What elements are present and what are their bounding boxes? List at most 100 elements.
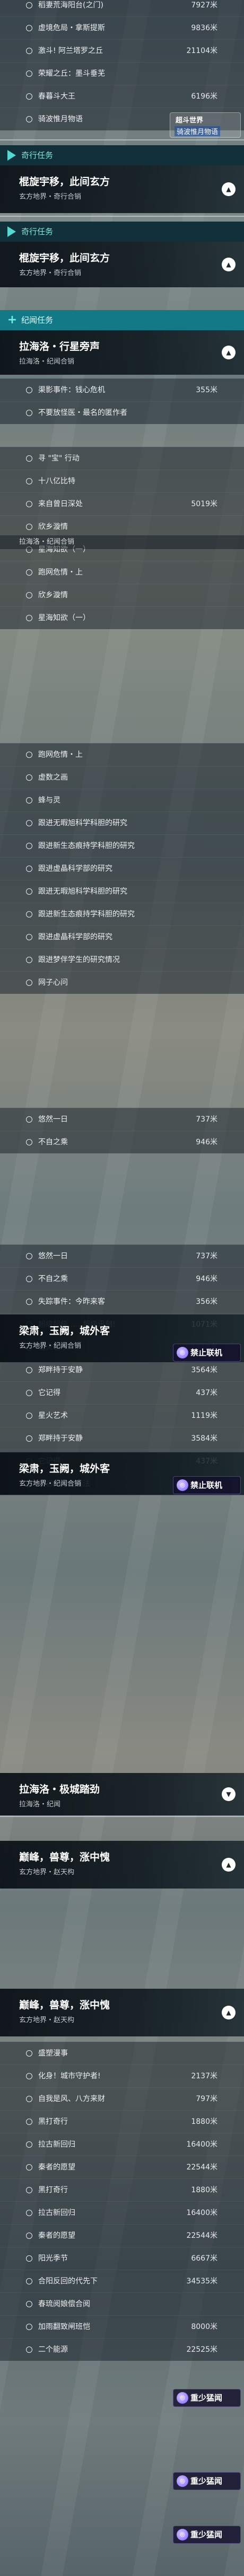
watermark-text: 禁止联机 (190, 1348, 223, 1357)
quest-name: 荣耀之丘：墨斗垂芜 (38, 69, 105, 78)
quest-status-circle-icon (26, 1413, 32, 1419)
quest-name: 星海知欲（一） (38, 614, 90, 622)
quest-row[interactable]: 它记得 437米 (0, 1381, 244, 1404)
collapse-chevron-icon[interactable]: ▲ (222, 2006, 236, 2019)
watermark-badge: ◎ 重少猛闻 (173, 2389, 241, 2407)
region-subheader-label: 拉海洛・纪闻合销 (19, 538, 75, 546)
watermark-text: 重少猛闻 (190, 2476, 223, 2486)
quest-status-circle-icon (26, 1253, 32, 1259)
quest-row[interactable]: 虚境危局・拿斯提斯 9836米 (0, 16, 244, 39)
quest-row[interactable]: 稻妻荒海阳台(之门) 7927米 (0, 0, 244, 16)
quest-name: 稻妻荒海阳台(之门) (38, 1, 103, 10)
quest-row[interactable]: 不要放怪医・最名的匿作者 (0, 401, 244, 424)
quest-status-circle-icon (26, 2233, 32, 2239)
quest-row[interactable]: 跑网危情・上 (0, 561, 244, 584)
collapse-chevron-icon[interactable]: ▲ (222, 346, 236, 359)
quest-name: 拉古新回归 (38, 2140, 75, 2149)
quest-row[interactable]: 黑打奇行 1880米 (0, 2178, 244, 2201)
quest-name: 虚境危局・拿斯提斯 (38, 24, 105, 32)
quest-row[interactable]: 跟进无暇旭科学科胆的研究 (0, 880, 244, 903)
region-card[interactable]: 拉海洛・极城踏劲 拉海洛・纪闻 ▼ (0, 1773, 244, 1815)
triangle-icon (7, 150, 16, 161)
quest-status-circle-icon (26, 116, 32, 122)
watermark-badge: ◎ 重少猛闻 (173, 2526, 241, 2544)
quest-row[interactable]: 蜂与灵 (0, 789, 244, 811)
quest-row[interactable]: 悠然一日 737米 (0, 1245, 244, 1267)
watermark-text: 禁止联机 (190, 1480, 223, 1490)
quest-status-circle-icon (26, 524, 32, 530)
quest-row[interactable]: 秦者的愿望 22544米 (0, 2224, 244, 2247)
region-card[interactable]: 棍旋宇移，此间玄方 玄方地界・奇行合销 ▲ (0, 165, 244, 213)
collapse-chevron-icon[interactable]: ▲ (222, 258, 236, 271)
region-card[interactable]: 巅峰，兽尊，涨中愧 玄方地界・赵天构 ▲ (0, 1989, 244, 2036)
quest-row[interactable]: 阳光季节 6667米 (0, 2247, 244, 2270)
category-header-active[interactable]: + 纪闻任务 (0, 310, 244, 330)
quest-row[interactable]: 自我是风、八方来财 797米 (0, 2087, 244, 2110)
quest-status-circle-icon (26, 1116, 32, 1123)
quest-row[interactable]: 荣耀之丘：墨斗垂芜 (0, 62, 244, 85)
quest-row[interactable]: 渠影事件：钱心危机 355米 (0, 378, 244, 401)
card-title: 巅峰，兽尊，涨中愧 (19, 1999, 110, 2011)
quest-row[interactable]: 跟进新生态痕持学科胆的研究 (0, 834, 244, 857)
quest-name: 跟进梦伴学生的研究情况 (38, 956, 120, 964)
quest-row[interactable]: 星海知欲（一） (0, 606, 244, 629)
quest-status-circle-icon (26, 2301, 32, 2307)
category-header[interactable]: 奇行任务 (0, 222, 244, 242)
quest-row[interactable]: 拉古新回归 16400米 (0, 2133, 244, 2156)
quest-row[interactable]: 跟进梦伴学生的研究情况 (0, 948, 244, 971)
quest-row[interactable]: 化身！城市守护者! 2137米 (0, 2065, 244, 2087)
quest-row[interactable]: 不自之乘 946米 (0, 1131, 244, 1153)
quest-row[interactable]: 跟进虚晶科学部的研究 (0, 857, 244, 880)
quest-row[interactable]: 加雨翻致闸班恺 8000米 (0, 2315, 244, 2338)
quest-name: 激斗! 阿兰塔罗之丘 (38, 47, 103, 55)
quest-row[interactable]: 黑打奇行 1880米 (0, 2110, 244, 2133)
quest-row[interactable]: 郑畔持于安静 3584米 (0, 1427, 244, 1450)
quest-distance: 737米 (196, 1115, 217, 1124)
quest-name: 跟进新生态痕持学科胆的研究 (38, 910, 135, 919)
quest-row[interactable]: 跟进虚晶科学部的研究 (0, 925, 244, 948)
quest-status-circle-icon (26, 2073, 32, 2079)
quest-row[interactable]: 十八亿比特 (0, 470, 244, 492)
region-card[interactable]: 棍旋宇移，此间玄方 玄方地界・奇行合销 ▲ (0, 242, 244, 287)
game-banner-watermark: 超斗世界 骑波惟月物语 (170, 112, 241, 138)
quest-status-circle-icon (26, 2141, 32, 2148)
quest-row[interactable]: 来自曾日深处 5019米 (0, 492, 244, 515)
quest-distance: 3584米 (191, 1434, 217, 1443)
expand-chevron-icon[interactable]: ▼ (222, 1787, 236, 1801)
quest-row[interactable]: 悠然一日 737米 (0, 1108, 244, 1131)
quest-row[interactable]: 拉古新回归 16400米 (0, 2201, 244, 2224)
quest-name: 盛塑漫事 (38, 2049, 68, 2058)
card-subtitle: 玄方地界・奇行合销 (19, 269, 82, 277)
quest-row[interactable]: 盛塑漫事 (0, 2042, 244, 2065)
quest-row[interactable]: 激斗! 阿兰塔罗之丘 21104米 (0, 39, 244, 62)
quest-row[interactable]: 欣乡漩情 (0, 515, 244, 538)
collapse-chevron-icon[interactable]: ▲ (222, 1858, 236, 1872)
quest-row[interactable]: 星火艺术 1119米 (0, 1404, 244, 1427)
quest-row[interactable]: 跟进无暇旭科学科胆的研究 (0, 811, 244, 834)
quest-row[interactable]: 春暮斗大王 6196米 (0, 85, 244, 108)
quest-row[interactable]: 网子心问 (0, 971, 244, 994)
quest-row[interactable]: 虚数之画 (0, 766, 244, 789)
quest-row[interactable]: 秦者的愿望 22544米 (0, 2156, 244, 2178)
quest-distance: 797米 (196, 2095, 217, 2103)
quest-distance: 34535米 (186, 2277, 217, 2286)
category-header[interactable]: 奇行任务 (0, 145, 244, 165)
quest-name: 二个能源 (38, 2345, 68, 2354)
quest-row[interactable]: 不自之乘 946米 (0, 1267, 244, 1290)
region-card[interactable]: 巅峰，兽尊，涨中愧 玄方地界・赵天构 ▲ (0, 1841, 244, 1889)
region-card[interactable]: 拉海洛・行星旁声 拉海洛・纪闻合销 ▲ (0, 330, 244, 375)
quest-row[interactable]: 跑网危情・上 (0, 743, 244, 766)
quest-row[interactable]: 春琉阅娘偿合阅 (0, 2292, 244, 2315)
quest-row[interactable]: 寻 "宝" 行动 (0, 447, 244, 470)
quest-row[interactable]: 合阳反回的代先下 34535米 (0, 2270, 244, 2292)
quest-row[interactable]: 二个能源 22525米 (0, 2338, 244, 2361)
collapse-chevron-icon[interactable]: ▲ (222, 182, 236, 196)
quest-row[interactable]: 失踪事件：今昨来客 356米 (0, 1290, 244, 1313)
quest-row[interactable]: 欣乡漩情 (0, 584, 244, 606)
quest-row[interactable]: 跟进新生态痕持学科胆的研究 (0, 903, 244, 925)
watermark-badge: ◎ 禁止联机 (173, 1476, 241, 1494)
quest-distance: 6667米 (191, 2254, 217, 2263)
